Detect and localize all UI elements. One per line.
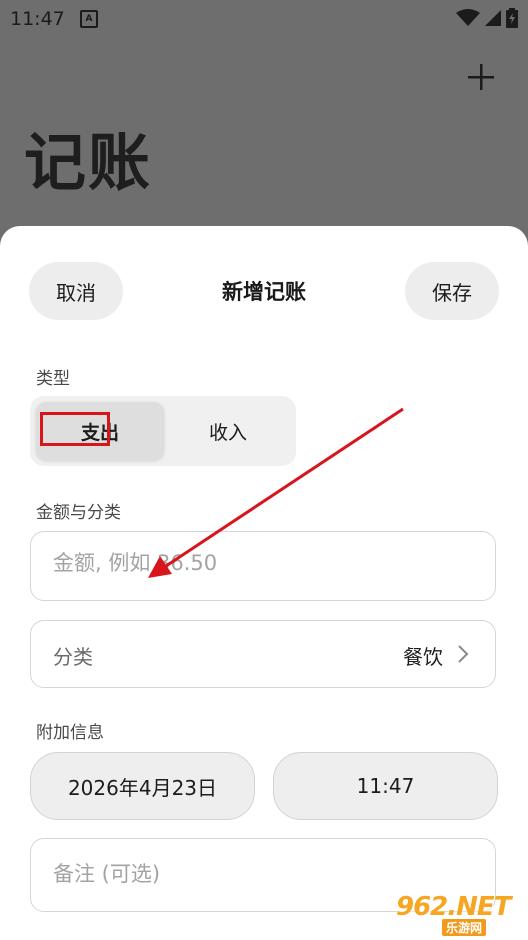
amount-input[interactable]	[51, 550, 475, 576]
save-button[interactable]: 保存	[405, 262, 499, 320]
category-selector[interactable]: 分类 餐饮	[30, 620, 496, 688]
amount-section-label: 金额与分类	[36, 503, 121, 523]
highlight-box	[40, 412, 110, 446]
watermark-sub-text: 乐游网	[442, 919, 487, 936]
signal-icon	[485, 10, 501, 26]
chevron-right-icon	[458, 645, 469, 663]
plus-icon	[468, 64, 494, 90]
note-input[interactable]	[51, 861, 475, 887]
notification-icon: A	[80, 10, 98, 28]
amount-field	[30, 531, 496, 601]
battery-icon	[506, 8, 518, 28]
category-value: 餐饮	[403, 645, 443, 669]
time-picker-button[interactable]: 11:47	[273, 752, 498, 820]
add-entry-sheet: 取消 新增记账 保存 类型 支出 收入 金额与分类 分类 餐饮 附加信息 202…	[0, 226, 528, 940]
watermark-main-text: 962.NET	[396, 892, 511, 922]
type-section-label: 类型	[36, 369, 70, 389]
wifi-icon	[456, 9, 480, 26]
add-button[interactable]	[462, 58, 500, 96]
status-time: 11:47	[10, 8, 65, 30]
watermark-logo: 962.NET 乐游网	[388, 892, 522, 936]
category-label: 分类	[53, 645, 93, 669]
type-income-option[interactable]: 收入	[164, 402, 292, 460]
extra-section-label: 附加信息	[36, 723, 104, 743]
status-bar: 11:47 A	[0, 0, 528, 36]
date-picker-button[interactable]: 2026年4月23日	[30, 752, 255, 820]
status-icons	[456, 8, 518, 28]
page-title: 记账	[24, 126, 153, 199]
